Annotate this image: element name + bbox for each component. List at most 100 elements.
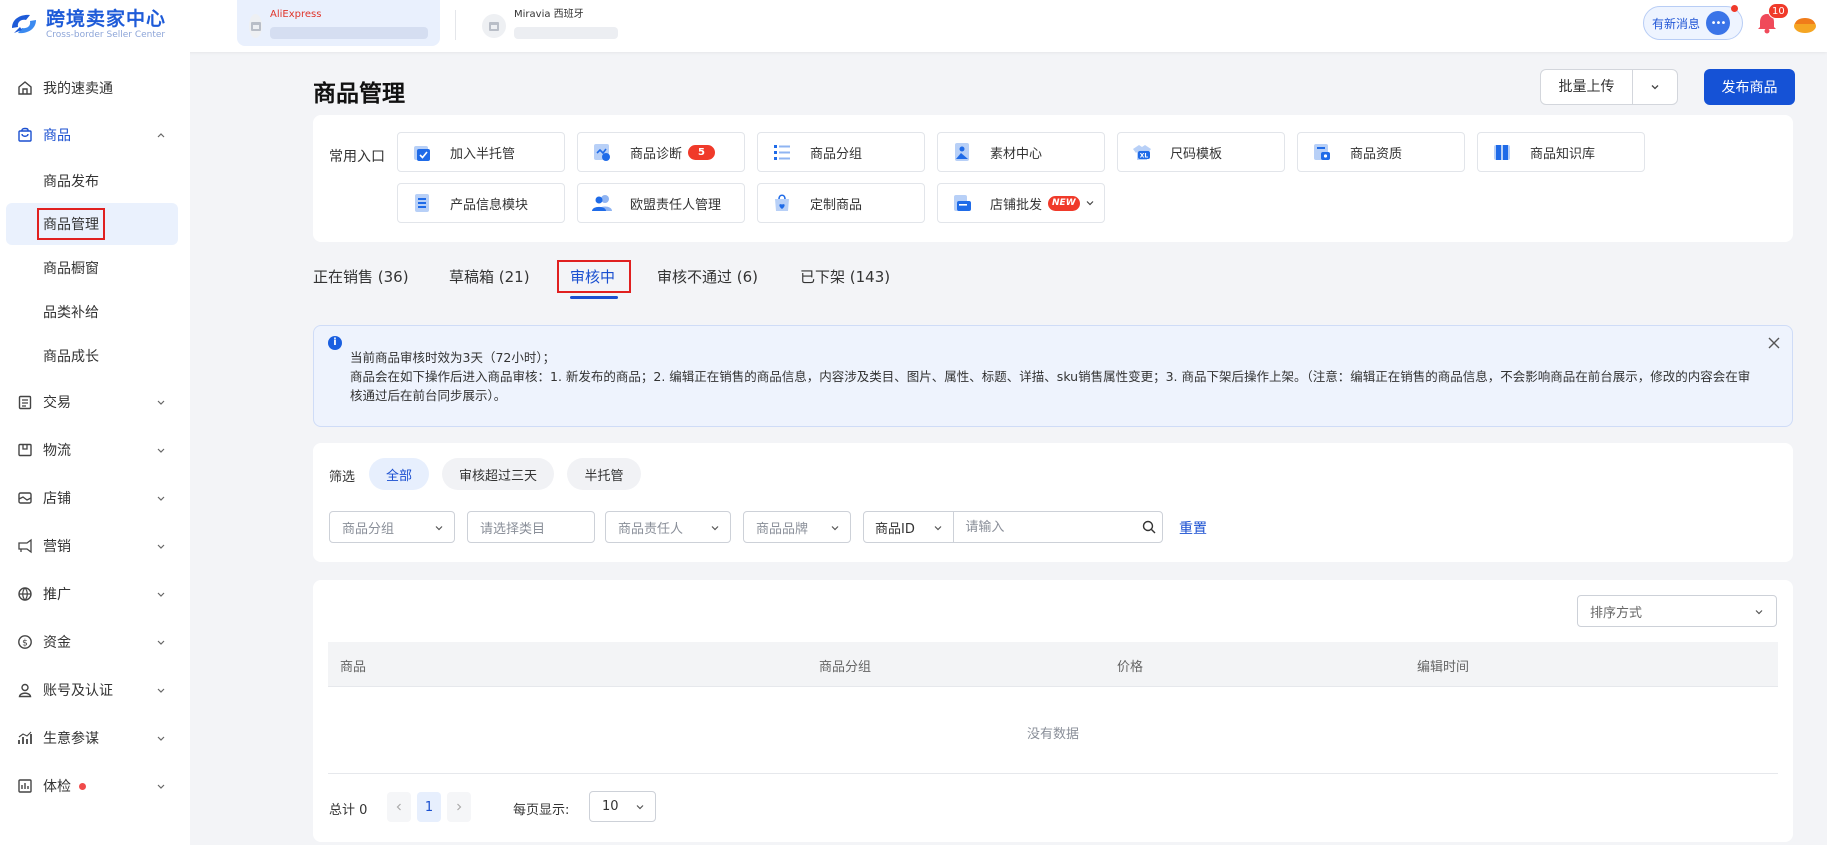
entry-consign[interactable]: 加入半托管 <box>397 132 565 172</box>
sidebar-item-label: 体检 <box>43 779 71 795</box>
sidebar-subitem-label: 商品管理 <box>37 208 105 240</box>
chevron-down-icon <box>711 526 719 531</box>
sidebar-item-label: 推广 <box>43 587 71 603</box>
filter-chip-all[interactable]: 全部 <box>369 458 429 490</box>
sidebar-item-store[interactable]: 店铺 <box>0 478 190 518</box>
close-icon[interactable] <box>1767 336 1781 350</box>
page-button-current[interactable]: 1 <box>417 792 441 822</box>
sidebar-item-label: 生意参谋 <box>43 731 99 747</box>
entry-eu-responsible[interactable]: 欧盟责任人管理 <box>577 183 745 223</box>
batch-upload-dropdown[interactable] <box>1633 81 1677 93</box>
entry-group[interactable]: 商品分组 <box>757 132 925 172</box>
sidebar-subitem-manage[interactable]: 商品管理 <box>6 203 178 245</box>
select-placeholder: 商品品牌 <box>756 521 809 537</box>
user-icon <box>16 681 34 699</box>
select-placeholder: 请选择类目 <box>480 521 546 537</box>
total-count: 总计 0 <box>329 803 368 818</box>
id-search-group: 商品ID <box>863 511 1163 543</box>
sidebar-item-logistics[interactable]: 物流 <box>0 430 190 470</box>
store-switch-miravia[interactable]: Miravia 西班牙 <box>470 0 650 46</box>
filter-chip-semi-managed[interactable]: 半托管 <box>567 458 641 490</box>
id-type-select[interactable]: 商品ID <box>864 512 955 542</box>
sidebar-item-account[interactable]: 账号及认证 <box>0 670 190 710</box>
store-switch-aliexpress[interactable]: AliExpress <box>237 0 440 46</box>
store-icon <box>482 14 506 38</box>
entry-label: 尺码模板 <box>1170 146 1223 162</box>
sort-select[interactable]: 排序方式 <box>1577 595 1777 627</box>
sidebar-item-promotion[interactable]: 推广 <box>0 574 190 614</box>
chevron-left-icon <box>396 803 401 811</box>
entry-custom-product[interactable]: 定制商品 <box>757 183 925 223</box>
owner-select[interactable]: 商品责任人 <box>605 511 731 543</box>
store-account-redacted <box>270 27 428 39</box>
entry-wholesale[interactable]: 店铺批发 NEW <box>937 183 1105 223</box>
tab-on-sale[interactable]: 正在销售 (36) <box>313 266 409 287</box>
entry-label: 商品诊断 <box>630 146 683 162</box>
entry-label: 欧盟责任人管理 <box>630 197 722 213</box>
tab-under-review[interactable]: 审核中 <box>557 260 631 293</box>
search-input[interactable] <box>954 512 1136 542</box>
chevron-down-icon <box>435 526 443 531</box>
sidebar-item-funds[interactable]: $ 资金 <box>0 622 190 662</box>
entry-size-template[interactable]: XL 尺码模板 <box>1117 132 1285 172</box>
filter-chip-over-three-days[interactable]: 审核超过三天 <box>442 458 554 490</box>
entry-material[interactable]: 素材中心 <box>937 132 1105 172</box>
list-icon <box>774 145 790 160</box>
megaphone-icon <box>16 537 34 555</box>
entry-product-info-module[interactable]: 产品信息模块 <box>397 183 565 223</box>
tab-label: 正在销售 (36) <box>313 268 409 286</box>
logo-icon <box>12 14 36 34</box>
logo[interactable]: 跨境卖家中心 Cross-border Seller Center <box>6 6 166 42</box>
empty-state: 没有数据 <box>1026 727 1079 742</box>
chevron-down-icon <box>636 805 644 810</box>
sidebar-item-products[interactable]: 商品 <box>0 115 190 155</box>
common-entries-card: 常用入口 加入半托管 商品诊断 5 商品分组 素材中心 XL 尺码模板 商品资质… <box>313 115 1793 242</box>
entry-knowledge-base[interactable]: 商品知识库 <box>1477 132 1645 172</box>
column-header-product: 商品 <box>340 660 367 675</box>
divider <box>455 10 456 40</box>
info-icon: i <box>328 336 342 350</box>
sidebar-item-trade[interactable]: 交易 <box>0 382 190 422</box>
category-select[interactable]: 请选择类目 <box>467 511 595 543</box>
batch-upload-button[interactable]: 批量上传 <box>1540 69 1678 105</box>
entry-label: 素材中心 <box>990 146 1043 162</box>
publish-product-button[interactable]: 发布商品 <box>1704 69 1795 105</box>
sidebar-item-business-advisor[interactable]: 生意参谋 <box>0 718 190 758</box>
sidebar-subitem-category-supply[interactable]: 品类补给 <box>6 291 178 333</box>
reset-link[interactable]: 重置 <box>1179 518 1207 538</box>
column-header-price: 价格 <box>1117 660 1144 675</box>
chevron-down-icon <box>157 400 165 405</box>
book-icon <box>1494 145 1510 160</box>
unread-dot <box>1731 5 1738 12</box>
avatar[interactable] <box>1792 10 1818 36</box>
per-page-select[interactable]: 10 <box>589 791 656 822</box>
sidebar-item-label: 我的速卖通 <box>43 81 113 97</box>
prev-page-button[interactable] <box>387 792 411 822</box>
tab-rejected[interactable]: 审核不通过 (6) <box>657 266 758 287</box>
tab-off-shelf[interactable]: 已下架 (143) <box>800 266 890 287</box>
tab-label: 草稿箱 (21) <box>449 268 530 286</box>
brand-select[interactable]: 商品品牌 <box>743 511 851 543</box>
clipboard-icon <box>16 393 34 411</box>
sidebar-subitem-publish[interactable]: 商品发布 <box>6 160 178 202</box>
entry-qualification[interactable]: 商品资质 <box>1297 132 1465 172</box>
search-icon[interactable] <box>1135 512 1162 542</box>
sidebar-subitem-growth[interactable]: 商品成长 <box>6 335 178 377</box>
entry-label: 定制商品 <box>810 197 863 213</box>
sidebar-subitem-showcase[interactable]: 商品橱窗 <box>6 247 178 289</box>
chevron-down-icon <box>1086 201 1094 206</box>
sidebar-item-home[interactable]: 我的速卖通 <box>0 68 190 108</box>
per-page-value: 10 <box>602 799 619 814</box>
sidebar-item-checkup[interactable]: 体检 <box>0 766 190 806</box>
next-page-button[interactable] <box>447 792 471 822</box>
diagnosis-icon <box>594 144 610 161</box>
sidebar-subitem-label: 商品橱窗 <box>43 261 99 277</box>
highlight-box <box>557 260 631 293</box>
product-group-select[interactable]: 商品分组 <box>329 511 455 543</box>
new-message-button[interactable]: 有新消息 ••• <box>1643 6 1743 40</box>
entry-diagnosis[interactable]: 商品诊断 5 <box>577 132 745 172</box>
entry-label: 商品资质 <box>1350 146 1403 162</box>
page-title: 商品管理 <box>313 81 405 107</box>
sidebar-item-marketing[interactable]: 营销 <box>0 526 190 566</box>
tab-drafts[interactable]: 草稿箱 (21) <box>449 266 530 287</box>
